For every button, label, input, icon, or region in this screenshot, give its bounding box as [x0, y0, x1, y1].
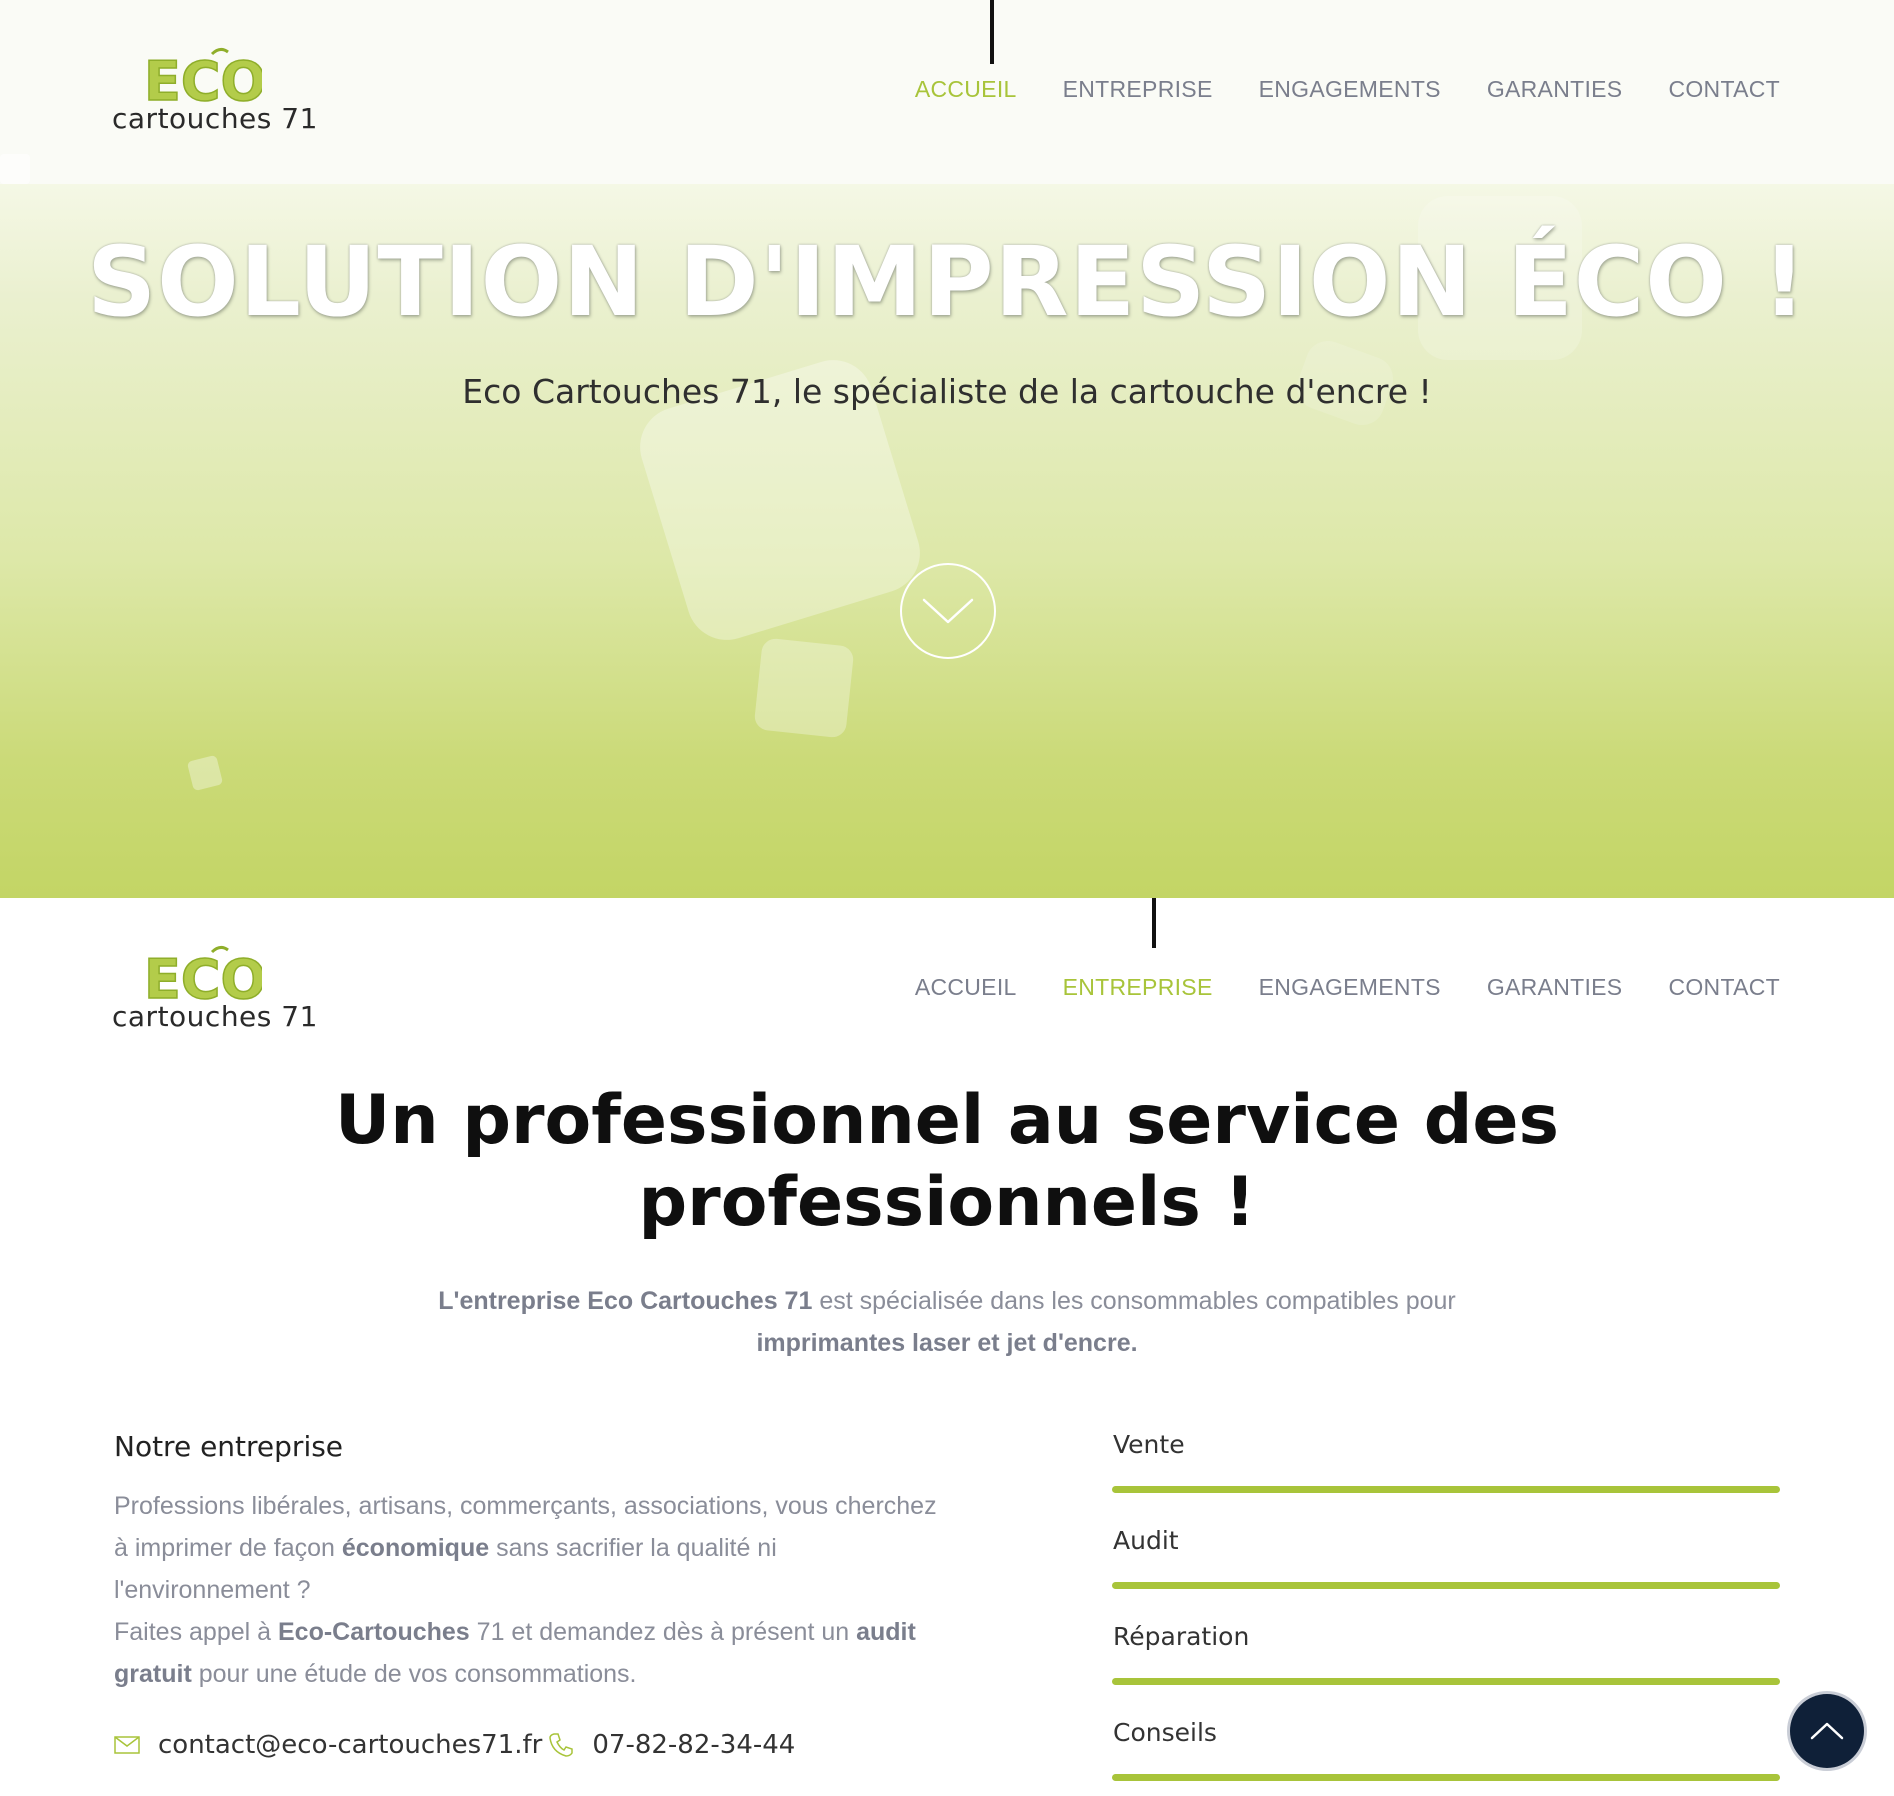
- logo-text: cartouches 71: [112, 102, 318, 135]
- svg-text:ECO: ECO: [144, 948, 262, 1008]
- nav-contact[interactable]: CONTACT: [1668, 76, 1780, 103]
- skills-list: Vente Audit Réparation Conseils: [1112, 1430, 1780, 1796]
- site-logo[interactable]: ECO cartouches 71: [112, 46, 317, 140]
- skill-label: Réparation: [1113, 1622, 1250, 1651]
- phone-icon: [548, 1732, 574, 1758]
- chevron-up-icon: [1810, 1722, 1844, 1740]
- svg-text:ECO: ECO: [144, 50, 262, 110]
- nav-contact[interactable]: CONTACT: [1668, 974, 1780, 1001]
- company-paragraph-1: Professions libérales, artisans, commerç…: [114, 1492, 937, 1604]
- section-title-line1: Un professionnel au service des: [335, 1081, 1559, 1160]
- eco-logo-mark: ECO: [143, 945, 262, 1008]
- hero-subtitle: Eco Cartouches 71, le spécialiste de la …: [462, 372, 1432, 411]
- main-nav: ACCUEIL ENTREPRISE ENGAGEMENTS GARANTIES…: [915, 974, 1780, 1001]
- skill-bar: [1112, 1582, 1780, 1589]
- company-heading: Notre entreprise: [114, 1430, 344, 1463]
- active-nav-indicator: [1152, 898, 1156, 948]
- intro-bold-printers: imprimantes laser et jet d'encre.: [756, 1329, 1138, 1357]
- envelope-icon: [114, 1736, 140, 1754]
- hero-title: SOLUTION D'IMPRESSION ÉCO !: [86, 226, 1808, 338]
- section-title: Un professionnel au service des professi…: [0, 1080, 1894, 1244]
- scroll-down-button[interactable]: [900, 563, 996, 659]
- nav-garanties[interactable]: GARANTIES: [1487, 974, 1623, 1001]
- skill-item: Vente: [1112, 1430, 1780, 1526]
- skill-item: Audit: [1112, 1526, 1780, 1622]
- main-nav: ACCUEIL ENTREPRISE ENGAGEMENTS GARANTIES…: [915, 76, 1780, 103]
- nav-garanties[interactable]: GARANTIES: [1487, 76, 1623, 103]
- skill-item: Réparation: [1112, 1622, 1780, 1718]
- section-title-line2: professionnels !: [638, 1163, 1256, 1242]
- nav-accueil[interactable]: ACCUEIL: [915, 76, 1017, 103]
- skill-label: Audit: [1113, 1526, 1179, 1555]
- site-logo[interactable]: ECO cartouches 71: [112, 944, 317, 1038]
- intro-text: est spécialisée dans les consommables co…: [812, 1287, 1456, 1315]
- skill-item: Conseils: [1112, 1718, 1780, 1796]
- nav-entreprise[interactable]: ENTREPRISE: [1063, 974, 1213, 1001]
- eco-logo-mark: ECO: [143, 47, 262, 110]
- nav-accueil[interactable]: ACCUEIL: [915, 974, 1017, 1001]
- sticky-header: ECO cartouches 71 ACCUEIL ENTREPRISE ENG…: [0, 898, 1894, 1078]
- contact-phone-link[interactable]: 07-82-82-34-44: [592, 1730, 795, 1760]
- contact-line: contact@eco-cartouches71.fr 07-82-82-34-…: [114, 1730, 795, 1760]
- company-paragraph-2: Faites appel à Eco-Cartouches 71 et dema…: [114, 1618, 916, 1688]
- logo-text: cartouches 71: [112, 1000, 318, 1033]
- decorative-square: [186, 754, 224, 792]
- chevron-down-icon: [922, 598, 974, 624]
- skill-label: Conseils: [1113, 1718, 1217, 1747]
- nav-entreprise[interactable]: ENTREPRISE: [1063, 76, 1213, 103]
- nav-engagements[interactable]: ENGAGEMENTS: [1259, 76, 1441, 103]
- site-header: ECO cartouches 71 ACCUEIL ENTREPRISE ENG…: [0, 0, 1894, 180]
- skill-bar: [1112, 1486, 1780, 1493]
- contact-email-link[interactable]: contact@eco-cartouches71.fr: [158, 1730, 542, 1760]
- skill-bar: [1112, 1678, 1780, 1685]
- intro-bold-company: L'entreprise Eco Cartouches 71: [438, 1287, 813, 1315]
- back-to-top-button[interactable]: [1790, 1694, 1864, 1768]
- decorative-square: [753, 637, 855, 739]
- skill-label: Vente: [1113, 1430, 1185, 1459]
- active-nav-indicator: [990, 0, 994, 64]
- company-block: Notre entreprise Professions libérales, …: [114, 1430, 954, 1695]
- nav-engagements[interactable]: ENGAGEMENTS: [1259, 974, 1441, 1001]
- skill-bar: [1112, 1774, 1780, 1781]
- section-intro: L'entreprise Eco Cartouches 71 est spéci…: [380, 1280, 1514, 1364]
